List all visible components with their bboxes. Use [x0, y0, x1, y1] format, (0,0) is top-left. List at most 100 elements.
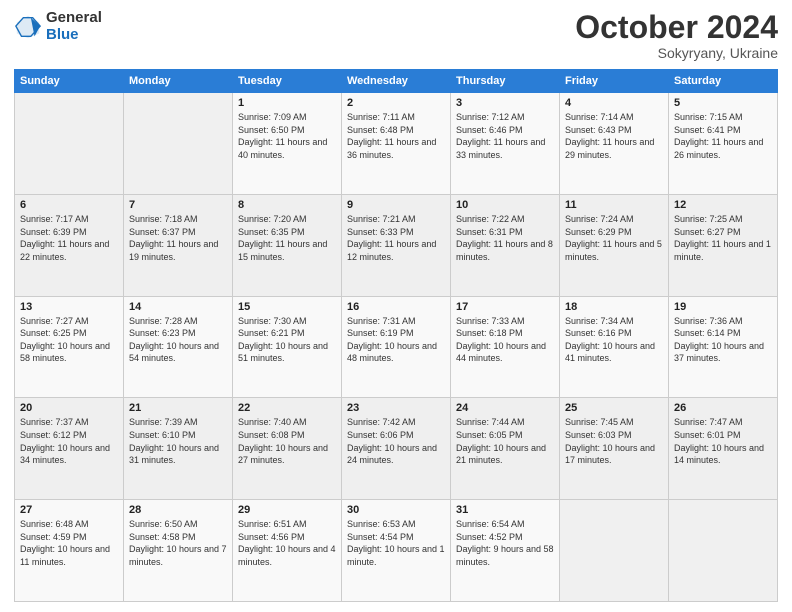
- day-number: 10: [456, 199, 554, 211]
- day-info: Sunrise: 6:51 AM Sunset: 4:56 PM Dayligh…: [238, 518, 336, 568]
- day-info: Sunrise: 7:44 AM Sunset: 6:05 PM Dayligh…: [456, 416, 554, 466]
- calendar-cell-w3-d2: 15Sunrise: 7:30 AM Sunset: 6:21 PM Dayli…: [233, 296, 342, 398]
- day-number: 30: [347, 504, 445, 516]
- weekday-row: Sunday Monday Tuesday Wednesday Thursday…: [15, 70, 778, 93]
- day-number: 20: [20, 402, 118, 414]
- week-row-2: 6Sunrise: 7:17 AM Sunset: 6:39 PM Daylig…: [15, 194, 778, 296]
- calendar-cell-w5-d0: 27 Sunrise: 6:48 AM Sunset: 4:59 PM Dayli…: [15, 500, 124, 602]
- calendar-cell-w2-d6: 12Sunrise: 7:25 AM Sunset: 6:27 PM Dayli…: [669, 194, 778, 296]
- day-number: 11: [565, 199, 663, 211]
- week-row-5: 27 Sunrise: 6:48 AM Sunset: 4:59 PM Dayli…: [15, 500, 778, 602]
- calendar-cell-w5-d1: 28Sunrise: 6:50 AM Sunset: 4:58 PM Dayli…: [124, 500, 233, 602]
- calendar-cell-w2-d2: 8Sunrise: 7:20 AM Sunset: 6:35 PM Daylig…: [233, 194, 342, 296]
- calendar-cell-w1-d5: 4 Sunrise: 7:14 AM Sunset: 6:43 PM Daylig…: [560, 93, 669, 195]
- day-info: Sunrise: 7:31 AM Sunset: 6:19 PM Dayligh…: [347, 315, 445, 365]
- weekday-tuesday: Tuesday: [233, 70, 342, 93]
- week-row-1: 1 Sunrise: 7:09 AM Sunset: 6:50 PM Daylig…: [15, 93, 778, 195]
- day-info: Sunrise: 7:17 AM Sunset: 6:39 PM Dayligh…: [20, 213, 118, 263]
- calendar-cell-w1-d6: 5Sunrise: 7:15 AM Sunset: 6:41 PM Daylig…: [669, 93, 778, 195]
- day-number: 16: [347, 301, 445, 313]
- day-number: 21: [129, 402, 227, 414]
- day-info: Sunrise: 6:48 AM Sunset: 4:59 PM Dayligh…: [20, 518, 118, 568]
- day-number: 8: [238, 199, 336, 211]
- day-info: Sunrise: 7:21 AM Sunset: 6:33 PM Dayligh…: [347, 213, 445, 263]
- day-info: Sunrise: 7:33 AM Sunset: 6:18 PM Dayligh…: [456, 315, 554, 365]
- calendar-cell-w2-d4: 10Sunrise: 7:22 AM Sunset: 6:31 PM Dayli…: [451, 194, 560, 296]
- logo-icon: [14, 13, 42, 41]
- weekday-sunday: Sunday: [15, 70, 124, 93]
- day-number: 31: [456, 504, 554, 516]
- week-row-3: 13 Sunrise: 7:27 AM Sunset: 6:25 PM Dayli…: [15, 296, 778, 398]
- calendar-cell-w5-d5: [560, 500, 669, 602]
- title-block: October 2024 Sokyryany, Ukraine: [575, 10, 778, 61]
- weekday-thursday: Thursday: [451, 70, 560, 93]
- calendar-cell-w5-d6: [669, 500, 778, 602]
- calendar-cell-w4-d5: 25 Sunrise: 7:45 AM Sunset: 6:03 PM Dayli…: [560, 398, 669, 500]
- day-number: 13: [20, 301, 118, 313]
- day-info: Sunrise: 7:30 AM Sunset: 6:21 PM Dayligh…: [238, 315, 336, 365]
- calendar-cell-w3-d4: 17 Sunrise: 7:33 AM Sunset: 6:18 PM Dayli…: [451, 296, 560, 398]
- weekday-wednesday: Wednesday: [342, 70, 451, 93]
- logo-general-text: General: [46, 10, 102, 27]
- weekday-friday: Friday: [560, 70, 669, 93]
- day-number: 4: [565, 97, 663, 109]
- calendar-cell-w1-d4: 3 Sunrise: 7:12 AM Sunset: 6:46 PM Daylig…: [451, 93, 560, 195]
- day-number: 23: [347, 402, 445, 414]
- day-info: Sunrise: 7:47 AM Sunset: 6:01 PM Dayligh…: [674, 416, 772, 466]
- day-number: 1: [238, 97, 336, 109]
- calendar-cell-w4-d0: 20Sunrise: 7:37 AM Sunset: 6:12 PM Dayli…: [15, 398, 124, 500]
- location-subtitle: Sokyryany, Ukraine: [575, 45, 778, 61]
- day-info: Sunrise: 7:27 AM Sunset: 6:25 PM Dayligh…: [20, 315, 118, 365]
- day-number: 7: [129, 199, 227, 211]
- calendar-cell-w2-d3: 9Sunrise: 7:21 AM Sunset: 6:33 PM Daylig…: [342, 194, 451, 296]
- calendar-body: 1 Sunrise: 7:09 AM Sunset: 6:50 PM Daylig…: [15, 93, 778, 602]
- day-number: 19: [674, 301, 772, 313]
- day-info: Sunrise: 7:28 AM Sunset: 6:23 PM Dayligh…: [129, 315, 227, 365]
- day-info: Sunrise: 7:45 AM Sunset: 6:03 PM Dayligh…: [565, 416, 663, 466]
- day-info: Sunrise: 7:42 AM Sunset: 6:06 PM Dayligh…: [347, 416, 445, 466]
- day-info: Sunrise: 7:18 AM Sunset: 6:37 PM Dayligh…: [129, 213, 227, 263]
- calendar-cell-w3-d0: 13 Sunrise: 7:27 AM Sunset: 6:25 PM Dayli…: [15, 296, 124, 398]
- day-number: 24: [456, 402, 554, 414]
- calendar-table: Sunday Monday Tuesday Wednesday Thursday…: [14, 69, 778, 602]
- day-info: Sunrise: 6:53 AM Sunset: 4:54 PM Dayligh…: [347, 518, 445, 568]
- day-number: 22: [238, 402, 336, 414]
- calendar-cell-w4-d2: 22Sunrise: 7:40 AM Sunset: 6:08 PM Dayli…: [233, 398, 342, 500]
- calendar-cell-w4-d1: 21 Sunrise: 7:39 AM Sunset: 6:10 PM Dayli…: [124, 398, 233, 500]
- calendar-cell-w1-d2: 1 Sunrise: 7:09 AM Sunset: 6:50 PM Daylig…: [233, 93, 342, 195]
- logo-text: General Blue: [46, 10, 102, 43]
- day-info: Sunrise: 7:12 AM Sunset: 6:46 PM Dayligh…: [456, 111, 554, 161]
- calendar-cell-w4-d6: 26 Sunrise: 7:47 AM Sunset: 6:01 PM Dayli…: [669, 398, 778, 500]
- day-number: 29: [238, 504, 336, 516]
- day-number: 5: [674, 97, 772, 109]
- day-info: Sunrise: 7:36 AM Sunset: 6:14 PM Dayligh…: [674, 315, 772, 365]
- weekday-monday: Monday: [124, 70, 233, 93]
- calendar-cell-w2-d1: 7 Sunrise: 7:18 AM Sunset: 6:37 PM Daylig…: [124, 194, 233, 296]
- day-number: 26: [674, 402, 772, 414]
- day-info: Sunrise: 7:34 AM Sunset: 6:16 PM Dayligh…: [565, 315, 663, 365]
- calendar-cell-w3-d5: 18Sunrise: 7:34 AM Sunset: 6:16 PM Dayli…: [560, 296, 669, 398]
- day-number: 28: [129, 504, 227, 516]
- day-number: 27: [20, 504, 118, 516]
- week-row-4: 20Sunrise: 7:37 AM Sunset: 6:12 PM Dayli…: [15, 398, 778, 500]
- day-info: Sunrise: 7:14 AM Sunset: 6:43 PM Dayligh…: [565, 111, 663, 161]
- day-info: Sunrise: 7:39 AM Sunset: 6:10 PM Dayligh…: [129, 416, 227, 466]
- day-number: 14: [129, 301, 227, 313]
- logo: General Blue: [14, 10, 102, 43]
- calendar-cell-w2-d0: 6Sunrise: 7:17 AM Sunset: 6:39 PM Daylig…: [15, 194, 124, 296]
- calendar-cell-w2-d5: 11 Sunrise: 7:24 AM Sunset: 6:29 PM Dayli…: [560, 194, 669, 296]
- day-number: 25: [565, 402, 663, 414]
- page: General Blue October 2024 Sokyryany, Ukr…: [0, 0, 792, 612]
- calendar-cell-w5-d4: 31 Sunrise: 6:54 AM Sunset: 4:52 PM Dayli…: [451, 500, 560, 602]
- day-info: Sunrise: 6:54 AM Sunset: 4:52 PM Dayligh…: [456, 518, 554, 568]
- weekday-saturday: Saturday: [669, 70, 778, 93]
- month-title: October 2024: [575, 10, 778, 45]
- day-info: Sunrise: 7:25 AM Sunset: 6:27 PM Dayligh…: [674, 213, 772, 263]
- day-info: Sunrise: 7:11 AM Sunset: 6:48 PM Dayligh…: [347, 111, 445, 161]
- logo-blue-text: Blue: [46, 27, 102, 44]
- day-number: 17: [456, 301, 554, 313]
- day-info: Sunrise: 7:24 AM Sunset: 6:29 PM Dayligh…: [565, 213, 663, 263]
- calendar-cell-w1-d1: [124, 93, 233, 195]
- day-info: Sunrise: 7:09 AM Sunset: 6:50 PM Dayligh…: [238, 111, 336, 161]
- day-number: 3: [456, 97, 554, 109]
